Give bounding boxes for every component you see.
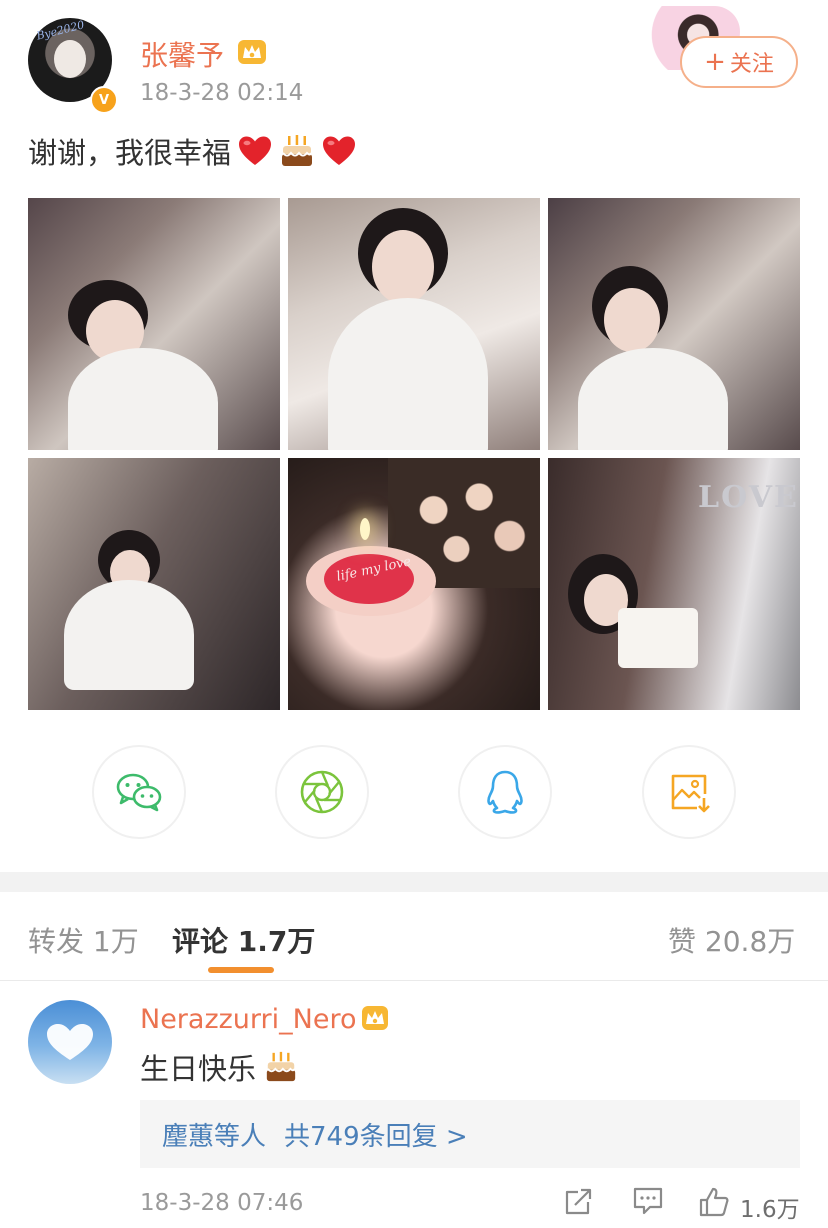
follow-label: 关注	[729, 52, 774, 77]
crown-icon	[362, 1006, 388, 1030]
avatar-face	[54, 40, 86, 78]
cake-icon	[266, 1051, 296, 1082]
tab-likes-count: 20.8万	[704, 925, 796, 958]
post-text: 谢谢，我很幸福	[28, 130, 357, 172]
share-wechat-button[interactable]	[92, 745, 186, 839]
wechat-icon	[116, 773, 162, 812]
candle-flame	[360, 518, 370, 540]
photo-6[interactable]: LOVE	[548, 458, 800, 710]
tab-active-indicator	[208, 967, 274, 973]
tab-comments[interactable]: 评论 1.7万	[172, 920, 315, 960]
reply-icon[interactable]	[632, 1186, 664, 1216]
follow-button[interactable]: + 关注	[680, 36, 798, 88]
post-text-content: 谢谢，我很幸福	[28, 136, 232, 170]
commenter-avatar[interactable]	[28, 1000, 112, 1084]
save-image-button[interactable]	[642, 745, 736, 839]
photo-1[interactable]	[28, 198, 280, 450]
tabs-divider	[0, 980, 828, 981]
replies-prefix: 麈蕙等人	[162, 1121, 267, 1152]
commenter-name[interactable]: Nerazzurri_Nero	[140, 1004, 356, 1035]
comment-timestamp: 18-3-28 07:46	[140, 1190, 304, 1216]
photo-4[interactable]	[28, 458, 280, 710]
photo-2[interactable]	[288, 198, 540, 450]
tab-likes[interactable]: 赞 20.8万	[668, 920, 795, 960]
forward-icon[interactable]	[564, 1186, 594, 1216]
love-sign: LOVE	[698, 480, 799, 515]
comment-text-content: 生日快乐	[140, 1052, 257, 1086]
plus-icon: +	[704, 47, 726, 77]
author-name[interactable]: 张馨予	[140, 34, 224, 74]
comment-text: 生日快乐	[140, 1046, 298, 1088]
thumbs-up-icon[interactable]	[698, 1186, 730, 1218]
post-timestamp: 18-3-28 02:14	[140, 80, 304, 106]
share-qq-button[interactable]	[458, 745, 552, 839]
photo-3[interactable]	[548, 198, 800, 450]
save-image-icon	[671, 774, 710, 813]
heart-icon	[323, 136, 356, 165]
tab-comments-count: 1.7万	[237, 925, 316, 958]
replies-link[interactable]: 共749条回复 >	[284, 1116, 468, 1153]
section-divider	[0, 872, 828, 892]
replies-summary[interactable]: 麈蕙等人 共749条回复 >	[140, 1100, 800, 1168]
moments-icon	[300, 770, 344, 814]
share-moments-button[interactable]	[275, 745, 369, 839]
tab-likes-label: 赞	[668, 925, 697, 958]
cake-icon	[282, 135, 313, 166]
tab-reposts-label: 转发	[28, 925, 85, 958]
tab-reposts-count: 1万	[92, 925, 139, 958]
tab-reposts[interactable]: 转发 1万	[28, 920, 139, 960]
comment-like-count: 1.6万	[740, 1197, 800, 1223]
verified-badge-icon: V	[90, 86, 118, 114]
crown-icon	[238, 40, 266, 64]
cloud-heart-icon	[47, 1024, 93, 1060]
heart-icon	[239, 136, 272, 165]
qq-icon	[487, 770, 523, 814]
photo-5[interactable]: life my love	[288, 458, 540, 710]
avatar-tag: Bye2020	[35, 18, 86, 43]
tab-comments-label: 评论	[172, 925, 229, 958]
